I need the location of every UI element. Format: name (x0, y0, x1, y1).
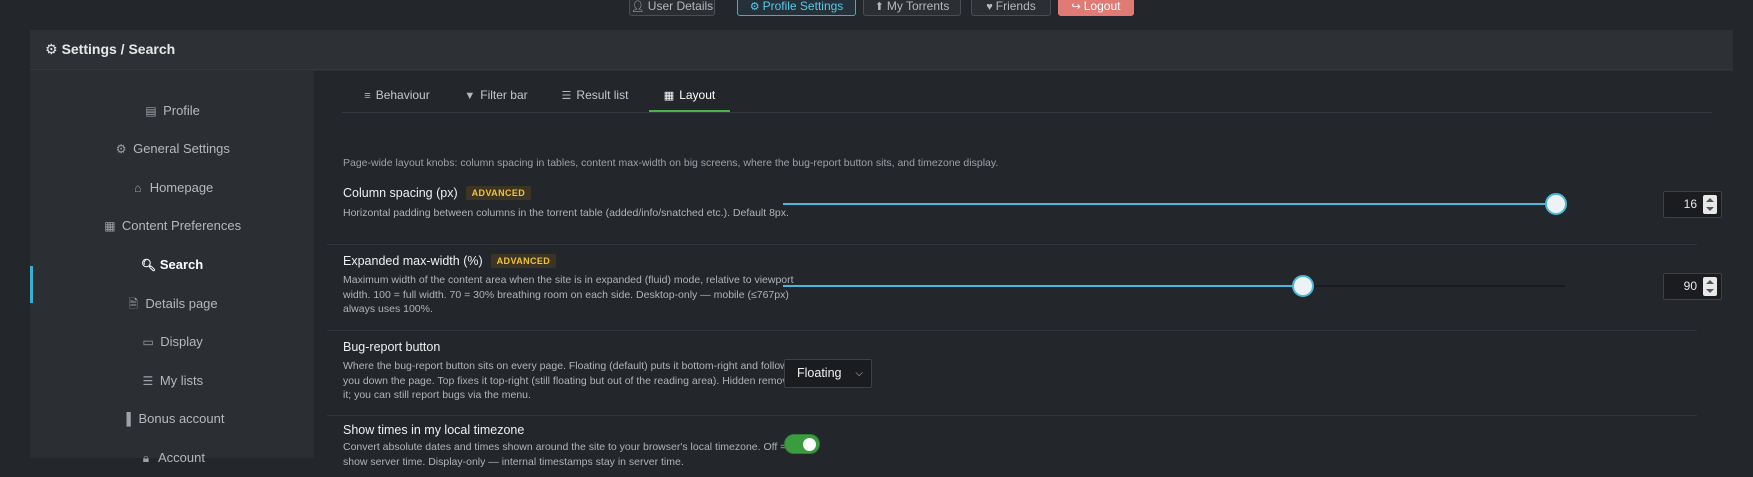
gear-icon: ⚙ (749, 1, 760, 13)
logout-icon: ↪ (1071, 1, 1081, 13)
tab-layout[interactable]: ▦ Layout (649, 81, 730, 112)
logout-button[interactable]: ↪ Logout (1058, 0, 1134, 16)
panel-title: ⚙ Settings / Search (45, 41, 176, 57)
settings-tabs: ≡ Behaviour ▼ Filter bar ☰ Result list ▦ Lay… (342, 81, 1712, 113)
tab-result-list[interactable]: ☰ Result list (550, 81, 640, 112)
number-spinner[interactable] (1703, 195, 1717, 214)
setting-title: Show times in my local timezone (343, 423, 525, 437)
local-timezone-toggle[interactable] (784, 434, 820, 454)
list-icon: ☰ (561, 90, 572, 102)
profile-settings-button[interactable]: ⚙ Profile Settings (737, 0, 856, 16)
sidebar-item-account[interactable]: 🔒︎ Account (30, 439, 314, 477)
settings-panel: ⚙ Settings / Search ▤ Profile ⚙ General Set… (30, 30, 1733, 468)
setting-description: Maximum width of the content area when t… (343, 274, 794, 315)
max-width-slider[interactable] (783, 275, 1565, 297)
setting-description: Convert absolute dates and times shown a… (343, 441, 787, 468)
sidebar-item-homepage[interactable]: ⌂ Homepage (30, 169, 314, 207)
document-icon: 🗎︎ (128, 297, 139, 311)
toggle-knob (803, 438, 816, 451)
settings-content: ≡ Behaviour ▼ Filter bar ☰ Result list ▦ Lay… (314, 71, 1733, 468)
gear-icon: ⚙ (115, 142, 127, 156)
list-icon: ☰ (142, 374, 154, 388)
monitor-icon: ▭ (142, 335, 154, 349)
column-spacing-input[interactable]: 16 (1663, 191, 1722, 218)
advanced-badge: ADVANCED (490, 254, 557, 268)
sidebar-item-details-page[interactable]: 🗎︎ Details page (30, 285, 314, 323)
heart-icon: ♥ (986, 1, 993, 13)
sidebar-item-general-settings[interactable]: ⚙ General Settings (30, 130, 314, 168)
bar-chart-icon: ▐ (122, 412, 131, 426)
top-nav: 👤︎ User Details ⚙ Profile Settings ⬆ My Tor… (0, 0, 1753, 18)
home-icon: ⌂ (134, 181, 142, 195)
user-icon: 👤︎ (630, 1, 645, 13)
grid-icon: ▦ (663, 90, 675, 102)
sidebar-item-content-preferences[interactable]: ▦ Content Preferences (30, 207, 314, 245)
setting-row-bug-report: Bug-report button Where the bug-report b… (327, 331, 1697, 416)
number-spinner[interactable] (1703, 277, 1717, 296)
setting-row-max-width: Expanded max-width (%) ADVANCED Maximum w… (327, 245, 1722, 331)
max-width-input[interactable]: 90 (1663, 273, 1722, 300)
panel-header: ⚙ Settings / Search (30, 30, 1733, 70)
slider-thumb[interactable] (1545, 193, 1567, 215)
sidebar-item-profile[interactable]: ▤ Profile (30, 92, 314, 130)
advanced-badge: ADVANCED (465, 186, 532, 200)
setting-title: Bug-report button (343, 340, 441, 354)
user-details-button[interactable]: 👤︎ User Details (629, 0, 715, 16)
film-icon: ▦ (104, 219, 116, 233)
sidebar-item-bonus-account[interactable]: ▐ Bonus account (30, 400, 314, 438)
chevron-down-icon: ⌵ (855, 368, 863, 379)
tab-filter-bar[interactable]: ▼ Filter bar (451, 81, 541, 112)
sidebar-item-my-lists[interactable]: ☰ My lists (30, 362, 314, 400)
gear-icon: ⚙ (45, 41, 58, 57)
slider-fill (783, 285, 1304, 287)
layout-intro-text: Page-wide layout knobs: column spacing i… (343, 157, 999, 169)
sliders-icon: ≡ (364, 90, 371, 102)
id-card-icon: ▤ (145, 104, 157, 118)
setting-description: Where the bug-report button sits on ever… (343, 360, 799, 401)
slider-fill (783, 203, 1556, 205)
filter-icon: ▼ (464, 90, 476, 102)
setting-row-column-spacing: Column spacing (px) ADVANCED Horizontal p… (327, 175, 1722, 245)
search-icon: 🔍︎ (140, 258, 157, 272)
setting-title: Column spacing (px) ADVANCED (343, 186, 532, 200)
upload-icon: ⬆ (874, 1, 884, 13)
sidebar-item-search[interactable]: 🔍︎ Search (30, 246, 314, 284)
sidebar-item-display[interactable]: ▭ Display (30, 323, 314, 361)
slider-thumb[interactable] (1292, 275, 1315, 297)
my-torrents-button[interactable]: ⬆ My Torrents (863, 0, 961, 16)
setting-description: Horizontal padding between columns in th… (343, 207, 789, 219)
column-spacing-slider[interactable] (783, 193, 1567, 215)
bug-report-position-select[interactable]: Floating ⌵ (784, 359, 872, 388)
friends-button[interactable]: ♥ Friends (971, 0, 1051, 16)
lock-icon: 🔒︎ (142, 451, 150, 465)
setting-row-local-timezone: Show times in my local timezone Convert … (327, 416, 1697, 476)
settings-sidebar: ▤ Profile ⚙ General Settings ⌂ Homepage ▦ Co… (30, 71, 314, 465)
setting-title: Expanded max-width (%) ADVANCED (343, 254, 557, 268)
tab-behaviour[interactable]: ≡ Behaviour (352, 81, 442, 112)
